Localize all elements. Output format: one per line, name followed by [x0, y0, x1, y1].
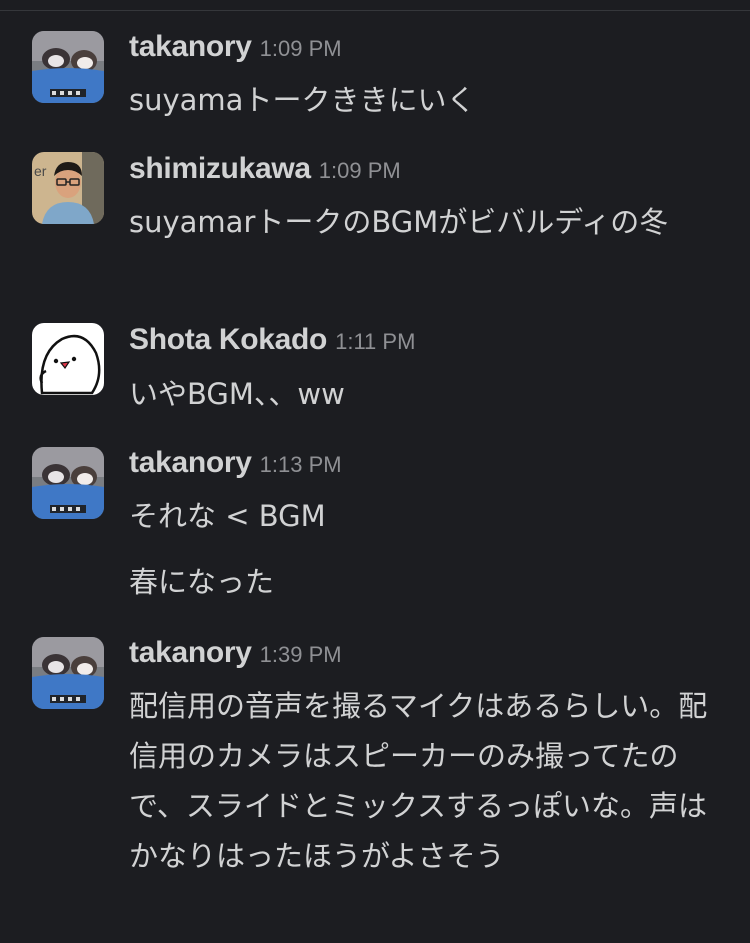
message-text: 春になった — [129, 565, 275, 599]
ferret-avatar[interactable] — [32, 637, 104, 709]
author-name[interactable]: shimizukawa — [129, 152, 311, 185]
timestamp[interactable]: 1:09 PM — [319, 158, 401, 183]
author-name[interactable]: takanory — [129, 30, 252, 63]
top-divider — [0, 0, 750, 11]
message-text: それな < BGM — [129, 499, 326, 533]
message-text: いやBGM、、ww — [129, 377, 345, 411]
timestamp[interactable]: 1:39 PM — [260, 642, 342, 667]
bird-avatar[interactable] — [32, 323, 104, 395]
svg-text:er: er — [34, 163, 47, 179]
author-name[interactable]: Shota Kokado — [129, 323, 327, 356]
author-name[interactable]: takanory — [129, 446, 252, 479]
timestamp[interactable]: 1:13 PM — [260, 452, 342, 477]
ferret-avatar[interactable] — [32, 31, 104, 103]
timestamp[interactable]: 1:11 PM — [335, 329, 415, 354]
person-avatar[interactable]: er — [32, 152, 104, 224]
timestamp[interactable]: 1:09 PM — [260, 36, 342, 61]
message-text: 配信用の音声を撮るマイクはあるらしい。配信用のカメラはスピーカーのみ撮ってたので… — [129, 689, 708, 873]
author-name[interactable]: takanory — [129, 636, 252, 669]
ferret-avatar[interactable] — [32, 447, 104, 519]
message-text: suyamaトークききにいく — [129, 83, 476, 117]
message-text: suyamarトークのBGMがビバルディの冬 — [129, 205, 669, 239]
